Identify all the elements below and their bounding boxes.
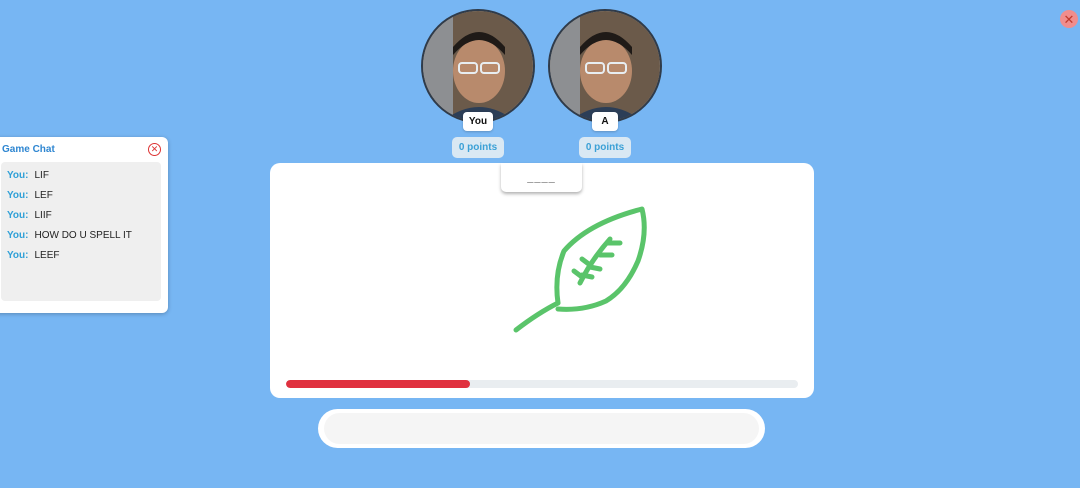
chat-sender: You: [7,230,29,241]
chat-sender: You: [7,250,29,261]
close-circle-icon[interactable]: ✕ [148,143,161,156]
chat-messages: You: LIF You: LEF You: LIIF You: HOW DO U SP… [1,162,161,301]
chat-message: You: LIIF [7,210,155,230]
chat-message: You: LIF [7,170,155,190]
timer-bar [286,380,798,388]
chat-sender: You: [7,210,29,221]
player-avatar [421,9,535,123]
chat-sender: You: [7,190,29,201]
chat-text: LEEF [34,250,60,261]
player-card-a: A 0 points [548,9,662,158]
drawing-board[interactable]: ____ [270,163,814,398]
chat-text: LIIF [34,210,52,221]
player-avatar [548,9,662,123]
guess-input[interactable] [324,413,759,444]
player-name: A [592,112,618,131]
chat-text: HOW DO U SPELL IT [34,230,132,241]
chat-text: LEF [34,190,53,201]
leaf-drawing [513,206,647,333]
close-icon[interactable]: ✕ [1060,10,1078,28]
chat-text: LIF [34,170,49,181]
player-name: You [462,112,494,131]
player-points: 0 points [451,137,505,158]
chat-message: You: LEF [7,190,155,210]
word-hint: ____ [501,163,582,192]
game-chat-panel: Game Chat ✕ You: LIF You: LEF You: LIIF You… [0,137,168,313]
guess-input-container [318,409,765,448]
chat-message: You: HOW DO U SPELL IT [7,230,155,250]
timer-fill [286,380,471,388]
chat-title: Game Chat [2,144,55,155]
chat-message: You: LEEF [7,250,155,270]
player-card-you: You 0 points [421,9,535,158]
player-points: 0 points [578,137,632,158]
chat-sender: You: [7,170,29,181]
